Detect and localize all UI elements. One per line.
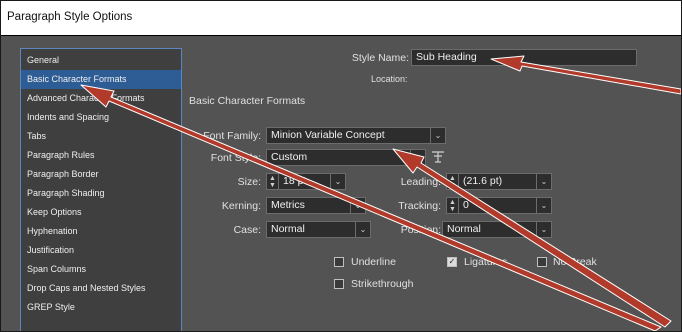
arrow-to-sidebar-item: [80, 84, 662, 331]
paragraph-style-options-dialog: Paragraph Style Options General Basic Ch…: [0, 0, 682, 332]
annotation-arrows: [80, 55, 681, 331]
arrow-to-style-name: [490, 55, 681, 95]
